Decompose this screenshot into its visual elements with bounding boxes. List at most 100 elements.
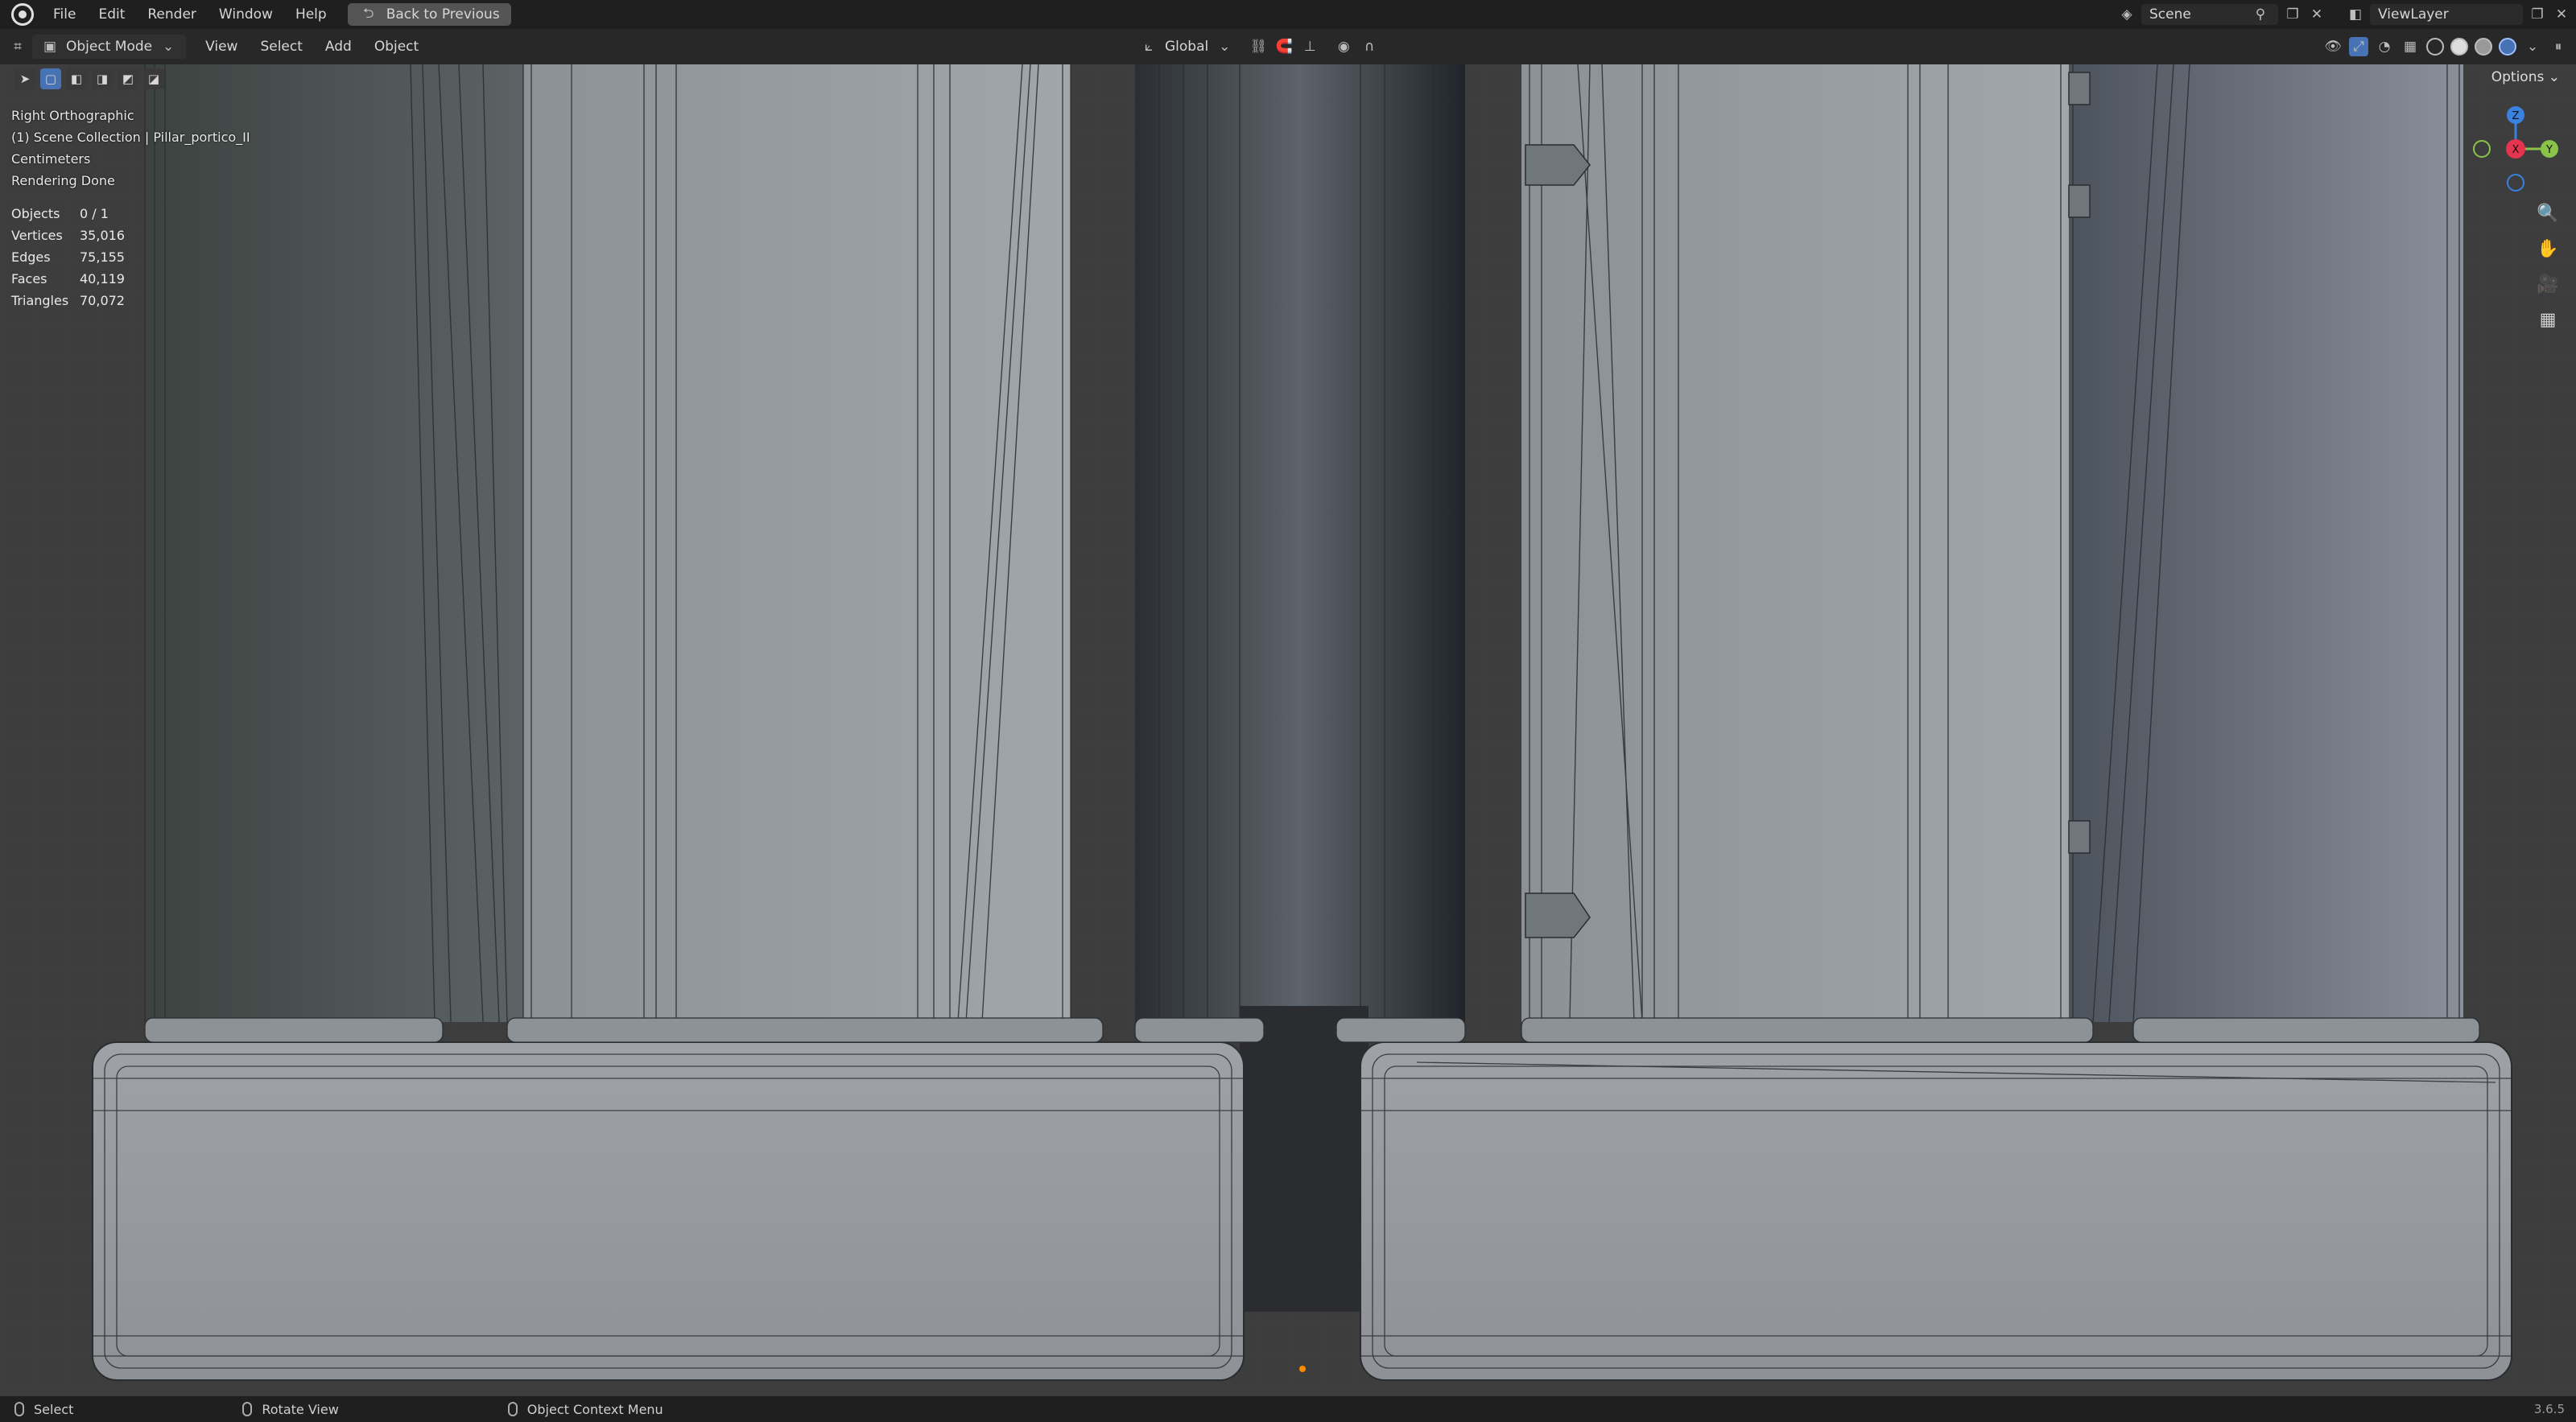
stat-value: 0 / 1 (80, 206, 109, 221)
snap-target-icon[interactable]: ⊥ (1300, 37, 1319, 56)
scene-icon[interactable]: ◈ (2117, 5, 2136, 24)
status-bar: Select Rotate View Object Context Menu 3… (0, 1396, 2576, 1422)
menu-file[interactable]: File (42, 6, 87, 23)
neg-z-axis-handle[interactable] (2507, 174, 2524, 192)
stat-row: Triangles 70,072 (11, 290, 125, 311)
stat-row: Edges 75,155 (11, 246, 125, 268)
viewport-navigation: 🔍 ✋ 🎥 ▦ (2536, 201, 2560, 332)
stat-label: Vertices (11, 228, 63, 243)
xray-icon[interactable]: ▦ (2401, 37, 2420, 56)
proportional-edit-icon[interactable]: ◉ (1334, 37, 1353, 56)
view-layer-icon[interactable]: ◧ (2346, 5, 2365, 24)
header-menu: View Select Add Object (194, 39, 430, 55)
menu-object[interactable]: Object (363, 39, 430, 55)
view-layer-field[interactable]: ViewLayer (2370, 4, 2523, 25)
scene-field[interactable]: Scene ⚲ (2141, 4, 2278, 25)
shading-options-icon[interactable]: ⌄ (2523, 37, 2542, 56)
status-context-label: Object Context Menu (526, 1401, 663, 1417)
mouse-right-icon (507, 1402, 518, 1416)
zoom-icon[interactable]: 🔍 (2536, 201, 2560, 225)
scene-name: Scene (2149, 6, 2191, 23)
viewport-shading-tools: 👁 ⤢ ◔ ▦ ⌄ ⏸ (2323, 29, 2568, 64)
y-axis-label: Y (2545, 144, 2553, 156)
options-label: Options (2491, 69, 2545, 85)
select-new-icon[interactable]: ▢ (40, 68, 61, 89)
scene-selectors: ◈ Scene ⚲ ❐ ✕ ◧ ViewLayer ❐ ✕ (2117, 0, 2576, 29)
menu-help[interactable]: Help (284, 6, 338, 23)
pause-icon[interactable]: ⏸ (2549, 37, 2568, 56)
status-select-label: Select (34, 1401, 74, 1417)
3d-viewport[interactable]: ➤ ▢ ◧ ◨ ◩ ◪ Options ⌄ Right Orthographic… (0, 64, 2576, 1396)
select-invert-icon[interactable]: ◩ (118, 68, 138, 89)
stat-label: Edges (11, 249, 51, 265)
mode-label: Object Mode (66, 39, 153, 55)
back-to-previous-label: Back to Previous (386, 6, 500, 23)
stat-value: 35,016 (80, 228, 125, 243)
status-rotate: Rotate View (242, 1401, 339, 1417)
mouse-left-icon (14, 1402, 24, 1416)
close-view-layer-icon[interactable]: ✕ (2552, 5, 2571, 24)
stat-value: 75,155 (80, 249, 125, 265)
back-arrow-icon: ⮌ (362, 5, 374, 22)
view-name: Right Orthographic (11, 108, 134, 123)
collection-path: (1) Scene Collection | Pillar_portico_II (11, 130, 250, 145)
pin-icon[interactable]: ⚲ (2251, 5, 2270, 24)
select-tool-icon[interactable]: ➤ (14, 68, 35, 89)
stat-value: 70,072 (80, 293, 125, 308)
menu-edit[interactable]: Edit (87, 6, 136, 23)
new-view-layer-icon[interactable]: ❐ (2528, 5, 2547, 24)
blender-logo-icon[interactable] (11, 3, 34, 26)
top-bar: File Edit Render Window Help ⮌ Back to P… (0, 0, 2576, 29)
pan-hand-icon[interactable]: ✋ (2536, 237, 2560, 261)
menu-window[interactable]: Window (208, 6, 284, 23)
viewport-info-text: Right Orthographic (1) Scene Collection … (11, 105, 250, 192)
stat-row: Objects 0 / 1 (11, 203, 125, 225)
scene-statistics: Objects 0 / 1 Vertices 35,016 Edges 75,155 … (11, 203, 125, 311)
wireframe-shading-icon[interactable] (2426, 38, 2444, 56)
units-label: Centimeters (11, 151, 91, 167)
snap-icon[interactable]: 🧲 (1274, 37, 1294, 56)
status-select: Select (14, 1402, 73, 1417)
chevron-down-icon[interactable]: ⌄ (1215, 37, 1234, 56)
stat-label: Faces (11, 271, 47, 286)
orientation-dropdown[interactable]: Global (1165, 39, 1208, 55)
back-to-previous-button[interactable]: ⮌ Back to Previous (347, 3, 511, 26)
stat-value: 40,119 (80, 271, 125, 286)
new-scene-icon[interactable]: ❐ (2283, 5, 2302, 24)
material-shading-icon[interactable] (2475, 38, 2492, 56)
view-layer-name: ViewLayer (2378, 6, 2449, 23)
pivot-icon[interactable]: ⛓ (1249, 37, 1268, 56)
select-intersect-icon[interactable]: ◪ (143, 68, 164, 89)
navigation-gizmo[interactable]: Z Y X (2471, 105, 2560, 193)
grid-ortho-icon[interactable]: ▦ (2536, 307, 2560, 332)
select-subtract-icon[interactable]: ◨ (92, 68, 113, 89)
chevron-down-icon: ⌄ (162, 39, 175, 55)
editor-type-icon[interactable]: ⌗ (8, 37, 27, 56)
solid-shading-icon[interactable] (2450, 38, 2468, 56)
visibility-icon[interactable]: 👁 (2323, 37, 2343, 56)
stat-label: Triangles (11, 293, 69, 308)
main-menu: File Edit Render Window Help (42, 0, 338, 29)
menu-add[interactable]: Add (314, 39, 363, 55)
stat-row: Faces 40,119 (11, 268, 125, 290)
menu-render[interactable]: Render (136, 6, 208, 23)
mouse-middle-icon (242, 1402, 253, 1416)
rendered-shading-icon[interactable] (2499, 38, 2516, 56)
object-mode-icon: ▣ (43, 39, 57, 55)
status-rotate-label: Rotate View (262, 1401, 339, 1417)
gizmo-toggle-icon[interactable]: ⤢ (2349, 37, 2368, 56)
close-scene-icon[interactable]: ✕ (2307, 5, 2326, 24)
status-context: Object Context Menu (507, 1401, 663, 1417)
menu-view[interactable]: View (194, 39, 249, 55)
mode-dropdown[interactable]: ▣ Object Mode ⌄ (32, 35, 187, 59)
transform-tools: ⟀ Global ⌄ ⛓ 🧲 ⊥ ◉ ∩ (1139, 29, 1379, 64)
options-dropdown[interactable]: Options ⌄ (2491, 69, 2560, 85)
camera-icon[interactable]: 🎥 (2536, 272, 2560, 296)
neg-y-axis-handle[interactable] (2473, 140, 2491, 158)
orientation-icon: ⟀ (1144, 39, 1154, 55)
menu-select[interactable]: Select (249, 39, 313, 55)
overlays-icon[interactable]: ◔ (2375, 37, 2394, 56)
select-extend-icon[interactable]: ◧ (66, 68, 87, 89)
falloff-icon[interactable]: ∩ (1360, 37, 1379, 56)
selection-tools: ➤ ▢ ◧ ◨ ◩ ◪ (0, 64, 192, 93)
